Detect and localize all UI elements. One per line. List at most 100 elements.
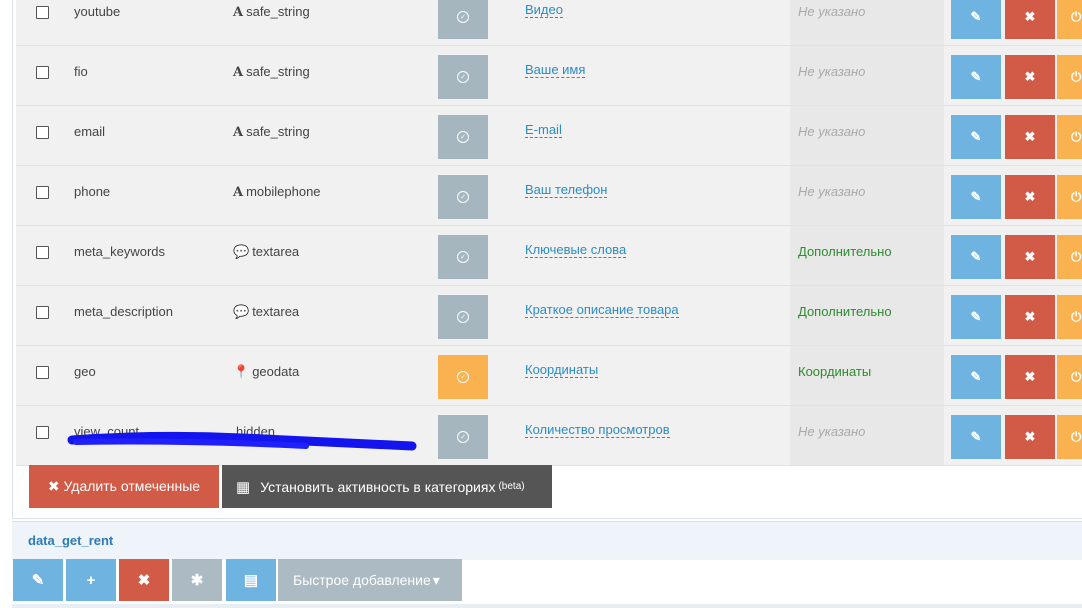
delete-field-button[interactable]: ✖ bbox=[1005, 55, 1055, 99]
pencil-icon: ✎ bbox=[31, 572, 45, 589]
check-circle-icon: ✓ bbox=[457, 11, 469, 23]
power-field-button[interactable]: ⏻ bbox=[1057, 235, 1082, 279]
edit-field-button[interactable]: ✎ bbox=[951, 295, 1001, 339]
power-field-button[interactable]: ⏻ bbox=[1057, 415, 1082, 459]
delete-selected-button[interactable]: ✖ Удалить отмеченные bbox=[29, 465, 219, 508]
section-divider bbox=[12, 604, 1082, 608]
edit-field-button[interactable]: ✎ bbox=[951, 175, 1001, 219]
field-type-icon: A bbox=[233, 185, 244, 200]
field-type-icon: A bbox=[233, 125, 244, 140]
edit-field-button[interactable]: ✎ bbox=[951, 355, 1001, 399]
check-circle-icon: ✓ bbox=[457, 251, 469, 263]
delete-field-button[interactable]: ✖ bbox=[1005, 115, 1055, 159]
field-tab: Не указано bbox=[798, 424, 866, 439]
toggle-active-button[interactable]: ✓ bbox=[438, 235, 488, 279]
list-button[interactable]: ▤ bbox=[226, 559, 276, 601]
check-circle-icon: ✓ bbox=[457, 191, 469, 203]
field-title-link[interactable]: Краткое описание товара bbox=[525, 303, 679, 318]
table-row: meta_description 💬 textarea ✓ Краткое опи… bbox=[16, 286, 1082, 346]
field-title-link[interactable]: Ключевые слова bbox=[525, 243, 627, 258]
field-title-link[interactable]: Количество просмотров bbox=[525, 423, 670, 438]
pencil-icon: ✎ bbox=[970, 129, 982, 144]
edit-table-button[interactable]: ✎ bbox=[13, 559, 63, 601]
delete-field-button[interactable]: ✖ bbox=[1005, 235, 1055, 279]
toggle-active-button[interactable]: ✓ bbox=[438, 355, 488, 399]
row-checkbox[interactable] bbox=[36, 306, 49, 319]
field-type: Amobilephone bbox=[233, 184, 321, 200]
list-icon: ▤ bbox=[243, 572, 259, 589]
edit-field-button[interactable]: ✎ bbox=[951, 55, 1001, 99]
power-field-button[interactable]: ⏻ bbox=[1057, 55, 1082, 99]
pencil-icon: ✎ bbox=[970, 69, 982, 84]
row-checkbox[interactable] bbox=[36, 6, 49, 19]
row-checkbox[interactable] bbox=[36, 246, 49, 259]
delete-field-button[interactable]: ✖ bbox=[1005, 415, 1055, 459]
row-checkbox[interactable] bbox=[36, 66, 49, 79]
check-circle-icon: ✓ bbox=[457, 71, 469, 83]
field-type-label: safe_string bbox=[246, 64, 310, 79]
section-title[interactable]: data_get_rent bbox=[28, 533, 113, 548]
field-tab: Не указано bbox=[798, 4, 866, 19]
close-icon: ✖ bbox=[1024, 69, 1036, 84]
toggle-active-button[interactable]: ✓ bbox=[438, 115, 488, 159]
power-field-button[interactable]: ⏻ bbox=[1057, 115, 1082, 159]
field-title-link[interactable]: Ваше имя bbox=[525, 63, 586, 78]
field-tab: Не указано bbox=[798, 64, 866, 79]
check-circle-icon: ✓ bbox=[457, 311, 469, 323]
plus-icon: + bbox=[86, 571, 96, 589]
toggle-active-button[interactable]: ✓ bbox=[438, 175, 488, 219]
row-checkbox[interactable] bbox=[36, 426, 49, 439]
field-tab: Не указано bbox=[798, 124, 866, 139]
power-field-button[interactable]: ⏻ bbox=[1057, 175, 1082, 219]
power-icon: ⏻ bbox=[1071, 309, 1082, 324]
close-icon: ✖ bbox=[1024, 429, 1036, 444]
power-field-button[interactable]: ⏻ bbox=[1057, 0, 1082, 39]
close-icon: ✖ bbox=[1024, 369, 1036, 384]
close-icon: ✖ bbox=[1024, 129, 1036, 144]
field-type-label: textarea bbox=[252, 304, 300, 319]
field-name: fio bbox=[74, 64, 88, 79]
row-checkbox[interactable] bbox=[36, 126, 49, 139]
pencil-icon: ✎ bbox=[970, 369, 982, 384]
power-icon: ⏻ bbox=[1071, 129, 1082, 144]
set-category-activity-button[interactable]: ▦ Установить активность в категориях (be… bbox=[222, 465, 552, 508]
power-icon: ⏻ bbox=[1071, 189, 1082, 204]
table-row: fio Asafe_string ✓ Ваше имя Не указано ✎… bbox=[16, 46, 1082, 106]
power-icon: ⏻ bbox=[1071, 249, 1082, 264]
toggle-active-button[interactable]: ✓ bbox=[438, 415, 488, 459]
field-type-icon: 💬 bbox=[233, 245, 250, 260]
delete-field-button[interactable]: ✖ bbox=[1005, 355, 1055, 399]
asterisk-icon: ✱ bbox=[190, 572, 204, 589]
close-icon: ✖ bbox=[137, 572, 151, 589]
field-title-link[interactable]: Координаты bbox=[525, 363, 599, 378]
check-circle-icon: ✓ bbox=[457, 431, 469, 443]
toggle-active-button[interactable]: ✓ bbox=[438, 295, 488, 339]
edit-field-button[interactable]: ✎ bbox=[951, 415, 1001, 459]
close-icon: ✖ bbox=[1024, 249, 1036, 264]
delete-field-button[interactable]: ✖ bbox=[1005, 0, 1055, 39]
delete-field-button[interactable]: ✖ bbox=[1005, 295, 1055, 339]
field-tab: Дополнительно bbox=[798, 304, 892, 319]
edit-field-button[interactable]: ✎ bbox=[951, 115, 1001, 159]
close-icon: ✖ bbox=[1024, 309, 1036, 324]
field-name: email bbox=[74, 124, 106, 139]
field-title-link[interactable]: Ваш телефон bbox=[525, 183, 608, 198]
field-type: 💬 textarea bbox=[233, 304, 299, 320]
row-checkbox[interactable] bbox=[36, 186, 49, 199]
field-title-link[interactable]: E-mail bbox=[525, 123, 562, 138]
quick-add-label: Быстрое добавление bbox=[293, 572, 431, 588]
quick-add-dropdown[interactable]: Быстрое добавление ▾ bbox=[278, 559, 462, 601]
add-field-button[interactable]: + bbox=[66, 559, 116, 601]
power-field-button[interactable]: ⏻ bbox=[1057, 295, 1082, 339]
edit-field-button[interactable]: ✎ bbox=[951, 0, 1001, 39]
power-icon: ⏻ bbox=[1071, 9, 1082, 24]
row-checkbox[interactable] bbox=[36, 366, 49, 379]
settings-button[interactable]: ✱ bbox=[172, 559, 222, 601]
field-title-link[interactable]: Видео bbox=[525, 3, 563, 18]
delete-field-button[interactable]: ✖ bbox=[1005, 175, 1055, 219]
toggle-active-button[interactable]: ✓ bbox=[438, 55, 488, 99]
power-field-button[interactable]: ⏻ bbox=[1057, 355, 1082, 399]
edit-field-button[interactable]: ✎ bbox=[951, 235, 1001, 279]
toggle-active-button[interactable]: ✓ bbox=[438, 0, 488, 39]
delete-table-button[interactable]: ✖ bbox=[119, 559, 169, 601]
